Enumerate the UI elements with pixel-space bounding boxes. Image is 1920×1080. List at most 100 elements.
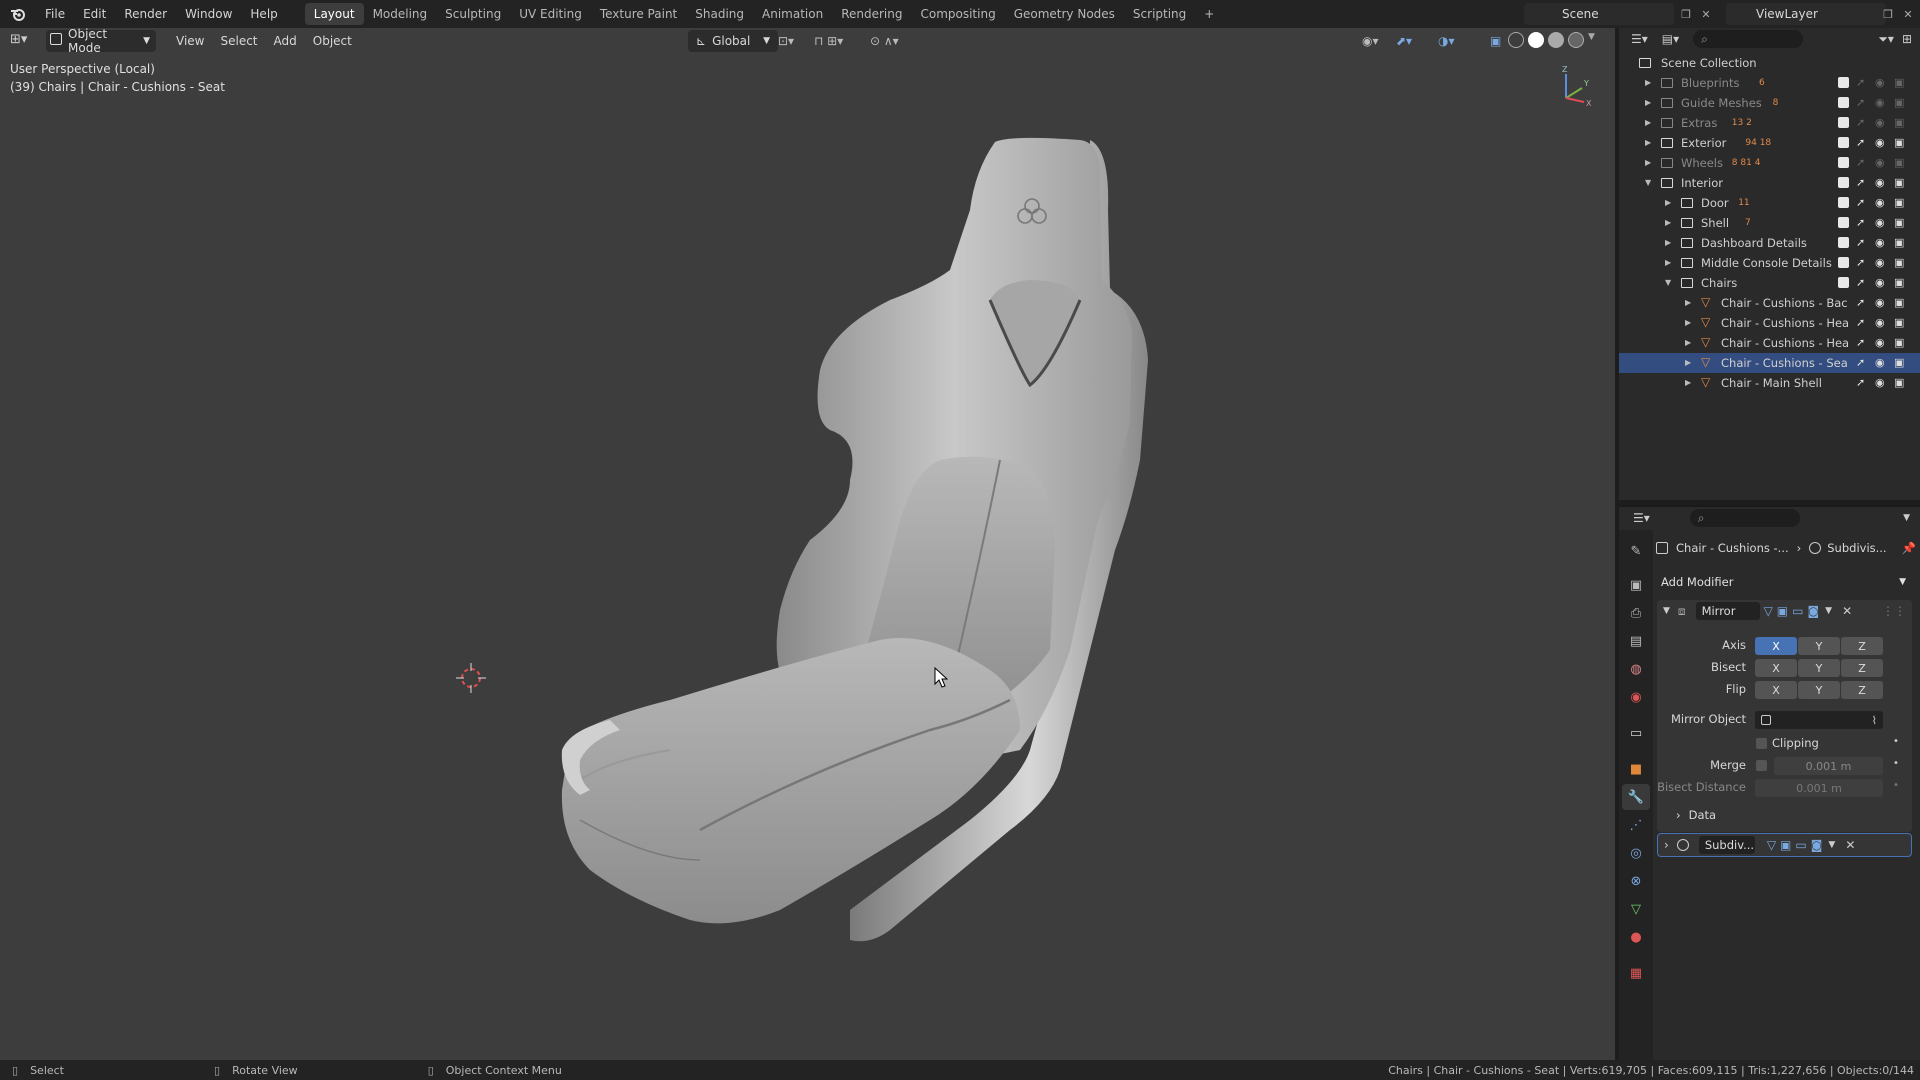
axis-y-toggle[interactable]: Y [1798,637,1840,655]
expand-right-icon[interactable]: ▶ [1665,238,1671,247]
expand-right-icon[interactable]: ▶ [1645,78,1651,87]
new-view-layer-icon[interactable]: ❐ [1878,4,1898,24]
chevron-down-icon[interactable]: ▼ [1903,513,1910,523]
camera-icon[interactable]: ▣ [1894,256,1904,269]
close-icon[interactable]: ✕ [1842,604,1852,618]
new-scene-icon[interactable]: ❐ [1676,4,1696,24]
tab-compositing[interactable]: Compositing [911,3,1004,25]
cage-toggle-icon[interactable]: ▣ [1777,604,1788,618]
proportional-edit-icon[interactable]: ⊙ ∧▾ [862,30,907,52]
camera-icon[interactable]: ▣ [1894,236,1904,249]
delete-scene-icon[interactable]: ✕ [1696,4,1716,24]
world-tab-icon[interactable]: ◉ [1622,684,1650,710]
snap-icon[interactable]: ⊓ ⊞▾ [806,30,851,52]
properties-editor-icon[interactable]: ☰▾ [1633,511,1650,525]
drag-handle-icon[interactable]: ⋮⋮ [1882,604,1906,618]
eye-icon[interactable]: ◉ [1875,236,1885,249]
expand-down-icon[interactable]: ▼ [1665,278,1671,287]
exclude-checkbox[interactable] [1838,237,1849,248]
viewport-toggle-icon[interactable]: ▭ [1795,838,1806,852]
data-tab-icon[interactable]: ▽ [1622,896,1650,922]
menu-file[interactable]: File [36,0,74,28]
eye-icon[interactable]: ◉ [1875,256,1885,269]
mirror-modifier-header[interactable]: ▼ ⧈ Mirror ▽ ▣ ▭ ◙ ▼ ✕ ⋮⋮ [1657,600,1912,622]
exclude-checkbox[interactable] [1838,117,1849,128]
outliner-row[interactable]: ▶ Extras 13 2 ➚ ◉ ▣ [1619,113,1920,133]
camera-icon[interactable]: ▣ [1894,276,1904,289]
view-layer-tab-icon[interactable]: ▤ [1622,628,1650,654]
outliner-row[interactable]: ▶ ▽ Chair - Cushions - Hea ➚ ◉ ▣ [1619,333,1920,353]
exclude-checkbox[interactable] [1838,77,1849,88]
exclude-checkbox[interactable] [1838,137,1849,148]
chevron-down-icon[interactable]: ▼ [1828,840,1835,850]
render-tab-icon[interactable]: ▣ [1622,572,1650,598]
eye-icon[interactable]: ◉ [1875,296,1885,309]
add-modifier-button[interactable]: Add Modifier ▼ [1655,572,1912,592]
object-mode-dropdown[interactable]: Object Mode ▼ [46,27,156,55]
expand-right-icon[interactable]: ▶ [1685,378,1691,387]
pivot-point-icon[interactable]: ⊡▾ [770,30,802,52]
3d-cursor-icon[interactable] [454,661,488,695]
select-toggle-icon[interactable]: ➚ [1856,376,1865,389]
eye-icon[interactable]: ◉ [1875,116,1885,129]
tool-tab-icon[interactable]: ✎ [1622,538,1650,564]
camera-icon[interactable]: ▣ [1894,216,1904,229]
wireframe-shading-icon[interactable] [1508,32,1524,48]
camera-icon[interactable]: ▣ [1894,296,1904,309]
select-toggle-icon[interactable]: ➚ [1856,316,1865,329]
expand-right-icon[interactable]: ▶ [1645,98,1651,107]
data-subpanel-toggle[interactable]: › Data [1676,808,1716,822]
select-toggle-icon[interactable]: ➚ [1856,276,1865,289]
chevron-down-icon[interactable]: ▼ [1588,32,1595,48]
tab-rendering[interactable]: Rendering [832,3,911,25]
eye-icon[interactable]: ◉ [1875,276,1885,289]
merge-checkbox[interactable] [1756,760,1767,771]
bisect-distance-field[interactable]: 0.001 m [1755,779,1883,797]
mirror-name-field[interactable]: Mirror [1695,602,1760,620]
exclude-checkbox[interactable] [1838,97,1849,108]
scene-tab-icon[interactable]: ◍ [1622,656,1650,682]
viewport-toggle-icon[interactable]: ▭ [1792,604,1803,618]
eye-icon[interactable]: ◉ [1875,316,1885,329]
texture-tab-icon[interactable]: ▦ [1622,960,1650,986]
expand-right-icon[interactable]: ▶ [1665,218,1671,227]
expand-right-icon[interactable]: ▶ [1685,318,1691,327]
gizmo-icon[interactable]: ⬈▾ [1388,30,1420,52]
outliner-row[interactable]: ▶ Shell 7 ➚ ◉ ▣ [1619,213,1920,233]
chevron-down-icon[interactable]: ▼ [1825,606,1832,616]
edit-mode-toggle-icon[interactable]: ▽ [1764,604,1773,618]
select-toggle-icon[interactable]: ➚ [1856,216,1865,229]
expand-right-icon[interactable]: ▶ [1685,358,1691,367]
outliner-row[interactable]: ▶ Guide Meshes 8 ➚ ◉ ▣ [1619,93,1920,113]
expand-right-icon[interactable]: ▶ [1685,338,1691,347]
tab-modeling[interactable]: Modeling [364,3,437,25]
tab-geometry-nodes[interactable]: Geometry Nodes [1005,3,1124,25]
eye-icon[interactable]: ◉ [1875,216,1885,229]
camera-icon[interactable]: ▣ [1894,316,1904,329]
exclude-checkbox[interactable] [1838,177,1849,188]
select-toggle-icon[interactable]: ➚ [1856,296,1865,309]
keyframe-dot-icon[interactable]: • [1893,758,1899,769]
collection-tab-icon[interactable]: ▭ [1622,720,1650,746]
tab-layout[interactable]: Layout [304,3,364,25]
output-tab-icon[interactable]: ⎙ [1622,600,1650,626]
filter-icon[interactable]: ⏷▾ [1878,32,1894,47]
eye-icon[interactable]: ◉ [1875,196,1885,209]
delete-view-layer-icon[interactable]: ✕ [1898,4,1918,24]
expand-right-icon[interactable]: ▶ [1645,158,1651,167]
camera-icon[interactable]: ▣ [1894,376,1904,389]
expand-down-icon[interactable]: ▼ [1645,178,1651,187]
outliner-row[interactable]: ▼ Chairs ➚ ◉ ▣ [1619,273,1920,293]
menu-edit[interactable]: Edit [74,0,115,28]
outliner-row[interactable]: ▶ Blueprints 6 ➚ ◉ ▣ [1619,73,1920,93]
add-workspace-button[interactable]: + [1195,3,1223,25]
bisect-y-toggle[interactable]: Y [1798,659,1840,677]
overlay-icon[interactable]: ◑▾ [1430,30,1463,52]
select-toggle-icon[interactable]: ➚ [1856,196,1865,209]
exclude-checkbox[interactable] [1838,157,1849,168]
exclude-checkbox[interactable] [1838,277,1849,288]
constraints-tab-icon[interactable]: ⊗ [1622,868,1650,894]
new-collection-icon[interactable]: ⊞ [1902,32,1912,46]
camera-icon[interactable]: ▣ [1894,156,1904,169]
blender-logo-icon[interactable] [0,6,36,22]
